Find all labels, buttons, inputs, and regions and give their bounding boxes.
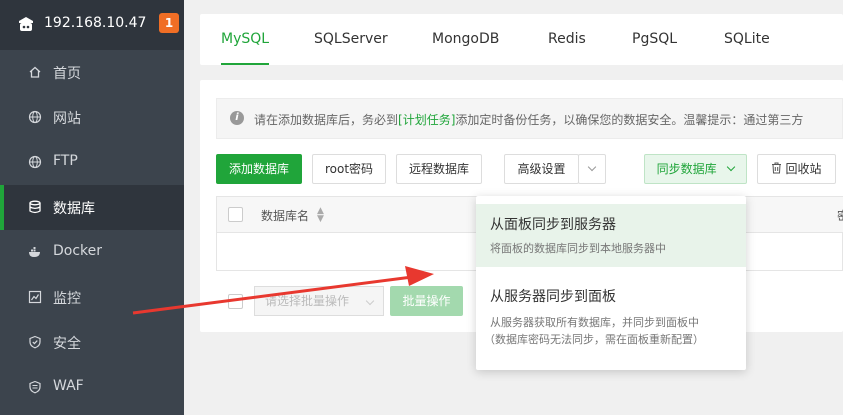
- menu-item-title: 从面板同步到服务器: [490, 217, 616, 233]
- sidebar-item-waf[interactable]: WAF: [0, 365, 184, 410]
- batch-operation-select[interactable]: 请选择批量操作: [254, 286, 384, 316]
- select-all-checkbox[interactable]: [228, 207, 243, 222]
- shield-icon: [29, 335, 41, 349]
- home-icon: [29, 66, 41, 78]
- menu-item-sync-to-server[interactable]: 从面板同步到服务器 将面板的数据库同步到本地服务器中: [476, 204, 746, 267]
- sidebar-item-docker[interactable]: Docker: [0, 230, 184, 275]
- chevron-down-icon: [365, 296, 375, 306]
- sidebar-item-label: 网站: [53, 111, 81, 127]
- menu-item-note: （数据库密码无法同步，需在面板重新配置）: [484, 333, 704, 346]
- sidebar-item-home[interactable]: 首页: [0, 50, 184, 95]
- sidebar-item-label: 安全: [53, 336, 81, 352]
- sidebar-item-website[interactable]: 网站: [0, 95, 184, 140]
- recycle-bin-label: 回收站: [785, 162, 822, 176]
- column-header-name[interactable]: 数据库名: [261, 207, 309, 224]
- db-type-tabs: MySQL SQLServer MongoDB Redis PgSQL SQLi…: [200, 14, 843, 65]
- menu-item-title: 从服务器同步到面板: [490, 289, 616, 305]
- tab-mongodb[interactable]: MongoDB: [432, 14, 499, 65]
- waf-shield-icon: [29, 380, 41, 394]
- info-icon: i: [230, 111, 244, 125]
- cron-task-link[interactable]: [计划任务]: [398, 113, 455, 127]
- sidebar-item-label: Docker: [53, 243, 103, 259]
- database-icon: [29, 200, 41, 214]
- tab-sqlite[interactable]: SQLite: [724, 14, 770, 65]
- sidebar-item-monitor[interactable]: 监控: [0, 275, 184, 320]
- notification-badge[interactable]: 1: [159, 13, 179, 33]
- batch-select-placeholder: 请选择批量操作: [265, 294, 350, 308]
- remote-database-button[interactable]: 远程数据库: [396, 154, 482, 184]
- advanced-settings-button[interactable]: 高级设置: [504, 154, 579, 184]
- add-database-button[interactable]: 添加数据库: [216, 154, 302, 184]
- recycle-bin-button[interactable]: 回收站: [757, 154, 836, 184]
- sidebar: 192.168.10.47 1 首页 网站 FTP 数据库 Docker 监控 …: [0, 0, 184, 415]
- chevron-down-icon: [587, 162, 597, 172]
- sidebar-item-database[interactable]: 数据库: [0, 185, 184, 230]
- notice-text: 请在添加数据库后，务必到[计划任务]添加定时备份任务，以确保您的数据安全。温馨提…: [254, 113, 804, 127]
- sync-database-button[interactable]: 同步数据库: [644, 154, 747, 184]
- trash-icon: [772, 162, 782, 174]
- menu-item-description: 从服务器获取所有数据库，并同步到面板中: [490, 316, 699, 329]
- backup-notice: i 请在添加数据库后，务必到[计划任务]添加定时备份任务，以确保您的数据安全。温…: [216, 98, 843, 139]
- docker-icon: [29, 247, 40, 257]
- server-ip: 192.168.10.47: [44, 15, 147, 31]
- menu-item-sync-to-panel[interactable]: 从服务器同步到面板 从服务器获取所有数据库，并同步到面板中 （数据库密码无法同步…: [476, 276, 746, 364]
- advanced-settings-dropdown-toggle[interactable]: [578, 154, 606, 184]
- sidebar-item-label: WAF: [53, 378, 84, 394]
- sync-database-menu: 从面板同步到服务器 将面板的数据库同步到本地服务器中 从服务器同步到面板 从服务…: [476, 196, 746, 370]
- panel-logo-icon: [19, 17, 33, 31]
- globe-icon: [28, 155, 42, 169]
- sidebar-item-security[interactable]: 安全: [0, 320, 184, 365]
- globe-icon: [28, 110, 42, 124]
- batch-select-checkbox[interactable]: [228, 294, 243, 309]
- sync-database-label: 同步数据库: [656, 162, 717, 176]
- sidebar-item-ftp[interactable]: FTP: [0, 140, 184, 185]
- sort-icon[interactable]: ▲ ▼: [317, 207, 324, 224]
- root-password-button[interactable]: root密码: [312, 154, 386, 184]
- chevron-down-icon: [727, 162, 736, 172]
- tab-mysql[interactable]: MySQL: [221, 14, 270, 65]
- tab-redis[interactable]: Redis: [548, 14, 586, 65]
- sidebar-item-label: 监控: [53, 291, 81, 307]
- batch-operation-button[interactable]: 批量操作: [390, 286, 463, 316]
- column-header-password: 密: [837, 207, 843, 224]
- sidebar-item-label: 数据库: [53, 201, 95, 217]
- monitor-icon: [28, 290, 42, 304]
- tab-pgsql[interactable]: PgSQL: [632, 14, 677, 65]
- sidebar-item-label: 首页: [53, 66, 81, 82]
- menu-item-description: 将面板的数据库同步到本地服务器中: [490, 242, 666, 255]
- tab-sqlserver[interactable]: SQLServer: [314, 14, 388, 65]
- sidebar-item-label: FTP: [53, 153, 78, 169]
- sidebar-header: 192.168.10.47 1: [0, 0, 184, 50]
